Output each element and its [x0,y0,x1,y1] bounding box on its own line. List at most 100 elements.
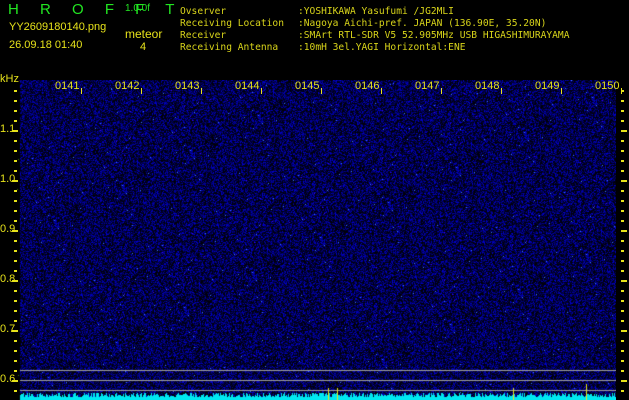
y-tick [14,160,17,162]
y-tick [621,320,624,322]
y-tick-label: 0.6 [0,373,16,385]
y-tick-label: 1.1 [0,123,16,135]
y-tick [621,150,624,152]
y-tick [621,280,627,282]
y-tick [14,340,17,342]
y-tick [14,310,17,312]
info-antenna: Receiving Antenna:10mH 3el.YAGI Horizont… [180,42,466,53]
meteor-label: meteor [125,27,163,41]
y-tick [621,270,624,272]
info-receiver: Receiver:SMArt RTL-SDR V5 52.905MHz USB … [180,30,570,41]
y-tick [14,260,17,262]
datetime-label: 26.09.18 01:40 [9,39,83,51]
y-tick [14,190,17,192]
y-tick [621,350,624,352]
x-tick [321,88,322,94]
y-tick [14,290,17,292]
y-tick [12,380,18,382]
x-tick-label: 0147 [415,80,440,92]
y-tick [14,360,17,362]
y-tick [621,390,624,392]
y-tick [14,240,17,242]
y-tick-label: 0.7 [0,323,16,335]
y-tick [621,260,624,262]
y-tick [14,120,17,122]
y-tick [621,100,624,102]
y-tick [621,380,627,382]
y-tick [621,290,624,292]
app-title: H R O F F T [8,1,183,18]
y-tick [14,370,17,372]
x-tick [261,88,262,94]
y-tick [621,120,624,122]
y-tick [621,210,624,212]
y-tick [14,300,17,302]
y-tick [14,390,17,392]
y-tick [12,130,18,132]
x-tick [441,88,442,94]
y-tick [14,350,17,352]
y-tick [621,140,624,142]
y-tick [14,100,17,102]
x-tick-label: 0150 [595,80,620,92]
y-tick [14,250,17,252]
y-tick [14,150,17,152]
x-tick [381,88,382,94]
y-tick [621,160,624,162]
spectrogram [16,80,616,400]
y-tick [621,130,627,132]
y-tick [14,270,17,272]
y-tick [12,230,18,232]
x-tick-label: 0144 [235,80,260,92]
x-tick-label: 0143 [175,80,200,92]
y-tick [621,250,624,252]
y-tick-label: 0.8 [0,273,16,285]
y-tick-label: 0.9 [0,223,16,235]
y-tick [14,220,17,222]
x-tick-label: 0141 [55,80,80,92]
y-tick [14,320,17,322]
y-tick [14,140,17,142]
y-tick [12,330,18,332]
hrofft-window: H R O F F T 1.0.0f YY2609180140.png 26.0… [0,0,629,400]
x-tick-label: 0148 [475,80,500,92]
y-axis-unit: kHz [0,73,19,85]
filename-label: YY2609180140.png [9,21,107,33]
x-tick-label: 0142 [115,80,140,92]
y-tick [14,90,17,92]
info-location: Receiving Location:Nagoya Aichi-pref. JA… [180,18,547,29]
y-tick-label: 1.0 [0,173,16,185]
y-tick [621,240,624,242]
y-tick [621,190,624,192]
y-tick [621,170,624,172]
y-tick [621,310,624,312]
y-tick [12,180,18,182]
x-tick [201,88,202,94]
x-tick [141,88,142,94]
y-tick [14,110,17,112]
y-tick [621,340,624,342]
y-tick [621,200,624,202]
x-tick [561,88,562,94]
y-tick [14,200,17,202]
y-tick [14,170,17,172]
version-label: 1.0.0f [125,3,151,14]
x-tick [501,88,502,94]
y-tick [12,280,18,282]
x-tick [621,88,622,94]
x-tick-label: 0149 [535,80,560,92]
y-tick [621,300,624,302]
y-tick [621,330,627,332]
y-tick [621,220,624,222]
info-observer: Ovserver:YOSHIKAWA Yasufumi /JG2MLI [180,6,454,17]
y-tick [621,230,627,232]
x-tick [81,88,82,94]
meteor-count: 4 [140,41,147,53]
y-tick [621,370,624,372]
y-tick [621,360,624,362]
y-tick [14,210,17,212]
x-tick-label: 0145 [295,80,320,92]
x-tick-label: 0146 [355,80,380,92]
y-tick [621,180,627,182]
y-tick [621,110,624,112]
